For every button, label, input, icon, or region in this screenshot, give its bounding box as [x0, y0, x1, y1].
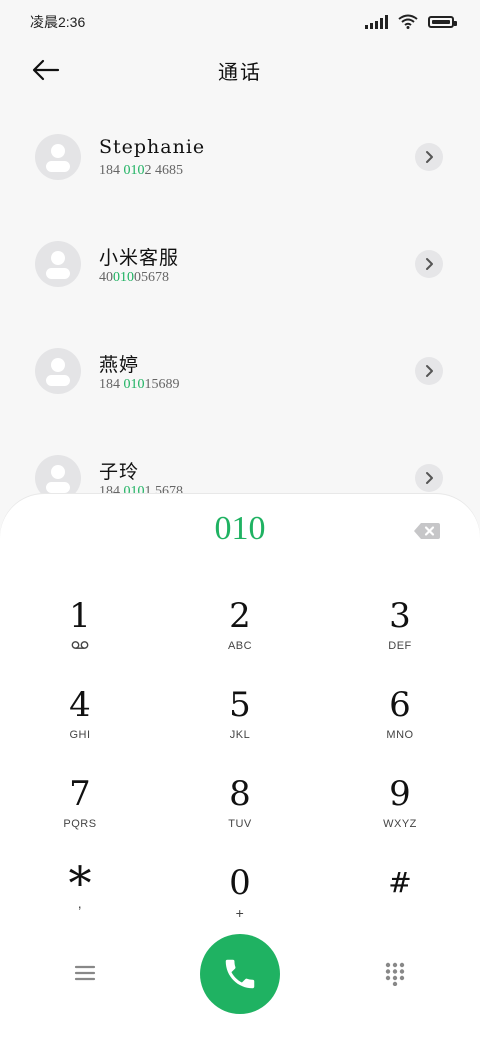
contact-item[interactable]: 燕婷 184 01015689 — [0, 324, 480, 431]
number-match-highlight: 010 — [113, 270, 134, 285]
dialed-number: 010 — [214, 510, 266, 547]
chevron-right-icon — [426, 472, 433, 484]
chevron-right-icon — [426, 258, 433, 270]
key-0[interactable]: 0 + — [160, 857, 320, 946]
backspace-button[interactable] — [412, 520, 442, 542]
key-digit: 3 — [389, 596, 411, 636]
call-button[interactable] — [200, 934, 280, 1014]
contact-detail-button[interactable] — [415, 250, 443, 278]
contact-list: Stephanie 184 0102 4685 小米客服 4001005678 … — [0, 110, 480, 538]
key-9[interactable]: 9 WXYZ — [320, 768, 480, 857]
contact-name: 子玲 — [99, 461, 140, 483]
key-letters: DEF — [388, 640, 412, 652]
signal-icon — [365, 14, 388, 29]
dialpad: 010 1 2 ABC 3 DEF 4 GHI 5 JKL 6 MNO 7 PQ… — [0, 494, 480, 1040]
header: 通话 — [0, 44, 480, 94]
key-digit: 2 — [229, 596, 251, 636]
contact-name: 小米客服 — [99, 247, 180, 269]
chevron-right-icon — [426, 151, 433, 163]
key-digit: 0 — [229, 863, 251, 903]
number-match-highlight: 010 — [123, 163, 145, 178]
key-6[interactable]: 6 MNO — [320, 679, 480, 768]
contact-number: 184 0102 4685 — [99, 163, 183, 178]
key-letters: ABC — [227, 640, 253, 652]
contact-name: 燕婷 — [99, 354, 140, 376]
key-2[interactable]: 2 ABC — [160, 590, 320, 679]
key-letters: + — [235, 905, 245, 921]
key-8[interactable]: 8 TUV — [160, 768, 320, 857]
key-1[interactable]: 1 — [0, 590, 160, 679]
key-4[interactable]: 4 GHI — [0, 679, 160, 768]
key-letters: , — [77, 895, 83, 911]
key-digit: 1 — [69, 596, 91, 636]
status-icons — [365, 14, 457, 29]
key-letters: GHI — [69, 729, 91, 741]
status-time: 凌晨2:36 — [30, 14, 86, 30]
key-digit: 6 — [389, 685, 411, 725]
key-5[interactable]: 5 JKL — [160, 679, 320, 768]
key-letters: WXYZ — [383, 818, 417, 830]
key-letters: JKL — [229, 729, 251, 741]
avatar — [35, 134, 81, 180]
key-digit: 8 — [229, 774, 251, 814]
key-3[interactable]: 3 DEF — [320, 590, 480, 679]
avatar — [35, 348, 81, 394]
key-letters: TUV — [228, 818, 252, 830]
dialpad-icon — [385, 962, 405, 987]
key-digit: 7 — [69, 774, 91, 814]
key-digit: 9 — [389, 774, 411, 814]
wifi-icon — [398, 14, 418, 29]
contact-detail-button[interactable] — [415, 357, 443, 385]
contact-detail-button[interactable] — [415, 143, 443, 171]
chevron-right-icon — [426, 365, 433, 377]
contact-detail-button[interactable] — [415, 464, 443, 492]
keypad-toggle-button[interactable] — [385, 962, 405, 987]
status-bar: 凌晨2:36 — [0, 0, 480, 44]
voicemail-icon — [71, 641, 89, 649]
page-title: 通话 — [218, 60, 262, 84]
key-7[interactable]: 7 PQRS — [0, 768, 160, 857]
battery-icon — [428, 15, 457, 28]
key-digit: 4 — [69, 685, 91, 725]
avatar — [35, 241, 81, 287]
phone-icon — [225, 959, 255, 989]
bottom-bar — [0, 934, 480, 1014]
key-star[interactable]: * , — [0, 857, 160, 946]
number-match-highlight: 010 — [123, 377, 145, 392]
key-letters: MNO — [386, 729, 414, 741]
key-digit: # — [388, 866, 412, 899]
key-letters: PQRS — [63, 818, 97, 830]
contact-item[interactable]: 小米客服 4001005678 — [0, 217, 480, 324]
menu-button[interactable] — [74, 962, 96, 984]
contact-number: 184 01015689 — [99, 377, 180, 392]
key-digit: 5 — [229, 685, 251, 725]
contact-item[interactable]: Stephanie 184 0102 4685 — [0, 110, 480, 217]
key-hash[interactable]: # — [320, 857, 480, 946]
backspace-icon — [414, 523, 440, 539]
contact-number: 4001005678 — [99, 270, 169, 285]
menu-icon — [74, 965, 96, 981]
contact-name: Stephanie — [99, 136, 206, 158]
